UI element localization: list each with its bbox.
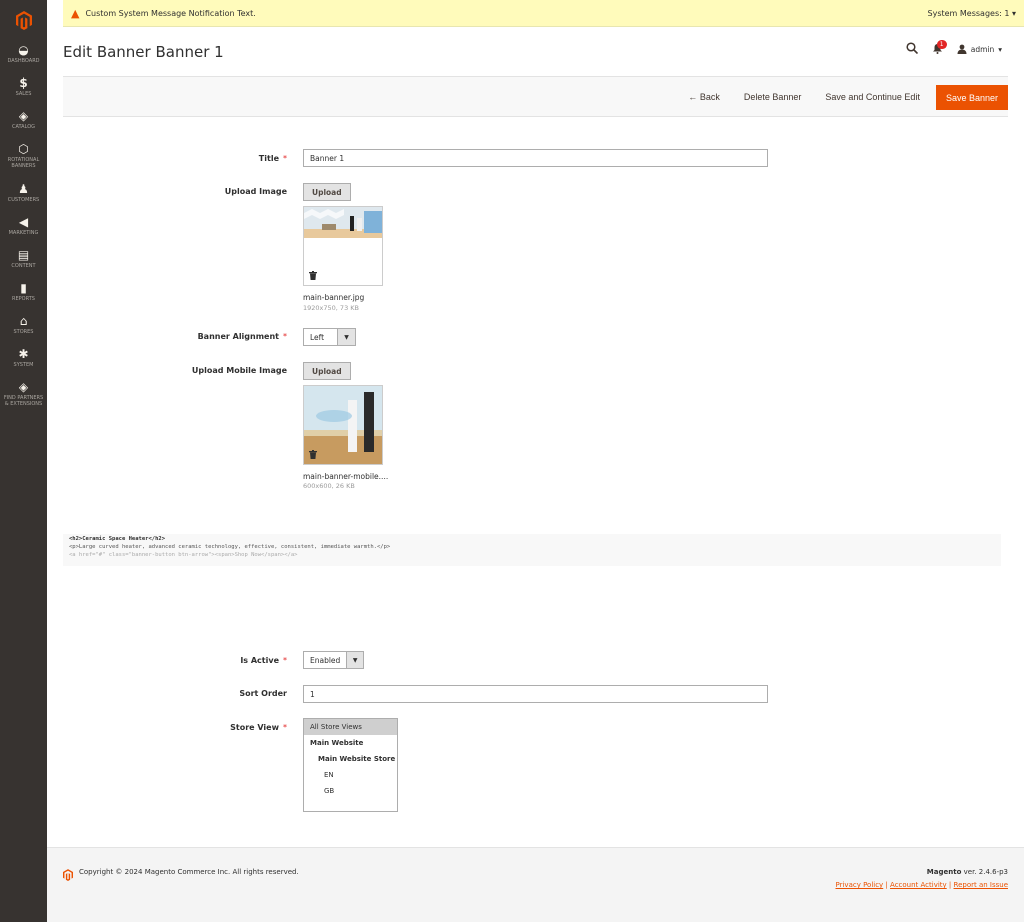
sidebar-item-marketing[interactable]: ◀ MARKETING — [0, 212, 47, 245]
trash-icon[interactable] — [309, 450, 317, 462]
sidebar-item-catalog[interactable]: ◈ CATALOG — [0, 106, 47, 139]
person-icon: ♟ — [18, 182, 29, 196]
sort-order-label: Sort Order — [239, 689, 287, 698]
upload-mobile-label: Upload Mobile Image — [191, 366, 287, 375]
is-active-select[interactable]: Enabled ▼ — [303, 651, 364, 669]
notification-count-badge: 1 — [936, 39, 947, 49]
code-line: <a href="#" class="banner-button btn-arr… — [69, 552, 298, 558]
trash-icon[interactable] — [309, 271, 317, 283]
page-footer: Copyright © 2024 Magento Commerce Inc. A… — [47, 847, 1024, 922]
image-meta: 1920x750, 73 KB — [303, 304, 359, 312]
delete-banner-button[interactable]: Delete Banner — [732, 84, 814, 110]
cube-icon: ◈ — [18, 109, 29, 123]
magento-logo-icon — [63, 866, 73, 885]
version-info: Magento ver. 2.4.6-p3 — [926, 868, 1008, 876]
code-line: <h2>Ceramic Space Heater</h2> — [69, 536, 166, 542]
required-marker: * — [283, 723, 287, 732]
dollar-icon: $ — [19, 76, 28, 90]
system-message-bar: ▲ Custom System Message Notification Tex… — [63, 0, 1024, 27]
is-active-label: Is Active * — [240, 656, 287, 665]
upload-image-button[interactable]: Upload — [303, 183, 351, 201]
store-option[interactable]: Main Website — [304, 735, 397, 751]
sidebar-item-rotational-banners[interactable]: ⬡ ROTATIONAL BANNERS — [0, 139, 47, 179]
mobile-meta: 600x600, 26 KB — [303, 482, 355, 490]
layout-icon: ▤ — [17, 248, 30, 262]
sidebar-item-customers[interactable]: ♟ CUSTOMERS — [0, 179, 47, 212]
copyright-text: Copyright © 2024 Magento Commerce Inc. A… — [79, 868, 299, 876]
box-icon: ◈ — [18, 380, 29, 394]
sidebar-item-sales[interactable]: $ SALES — [0, 73, 47, 106]
chevron-down-icon: ▾ — [1011, 8, 1016, 18]
store-view-multiselect[interactable]: All Store Views Main Website Main Websit… — [303, 718, 398, 812]
speedometer-icon: ◒ — [18, 43, 29, 57]
back-button[interactable]: ← Back — [676, 84, 732, 110]
main-area: ▲ Custom System Message Notification Tex… — [47, 0, 1024, 922]
banner-image-thumbnail — [303, 206, 383, 286]
user-icon — [957, 44, 967, 56]
page-title: Edit Banner Banner 1 — [63, 43, 224, 61]
user-menu[interactable]: admin ▾ — [957, 44, 1002, 56]
store-option[interactable]: EN — [304, 767, 397, 783]
hexagon-icon: ⬡ — [18, 142, 29, 156]
chevron-down-icon: ▾ — [998, 45, 1002, 54]
system-messages-toggle[interactable]: System Messages: 1 ▾ — [928, 9, 1017, 18]
required-marker: * — [283, 154, 287, 163]
store-icon: ⌂ — [19, 314, 28, 328]
store-option[interactable]: GB — [304, 783, 397, 799]
store-option[interactable]: Main Website Store — [304, 751, 397, 767]
search-icon[interactable] — [906, 42, 918, 57]
required-marker: * — [283, 656, 287, 665]
sidebar-nav: ◒ DASHBOARD $ SALES ◈ CATALOG ⬡ ROTATIONAL B… — [0, 40, 47, 417]
required-marker: * — [283, 332, 287, 341]
header-actions: 1 admin ▾ — [906, 39, 1002, 57]
admin-sidebar: ◒ DASHBOARD $ SALES ◈ CATALOG ⬡ ROTATIONAL B… — [0, 0, 47, 922]
sidebar-item-reports[interactable]: ▮ REPORTS — [0, 278, 47, 311]
report-issue-link[interactable]: Report an Issue — [954, 881, 1008, 889]
privacy-policy-link[interactable]: Privacy Policy — [836, 881, 884, 889]
arrow-left-icon: ← — [688, 92, 698, 102]
banner-alignment-select[interactable]: Left ▼ — [303, 328, 356, 346]
banner-alignment-label: Banner Alignment * — [197, 332, 287, 341]
save-continue-button[interactable]: Save and Continue Edit — [813, 84, 932, 110]
save-banner-button[interactable]: Save Banner — [935, 84, 1008, 110]
chevron-down-icon: ▼ — [337, 329, 355, 345]
title-label: Title * — [258, 154, 287, 163]
megaphone-icon: ◀ — [18, 215, 29, 229]
magento-logo[interactable] — [0, 0, 47, 40]
code-line: <p>Large curved heater, advanced ceramic… — [69, 544, 391, 550]
mobile-image-thumbnail — [303, 385, 383, 465]
system-message-text: Custom System Message Notification Text. — [85, 8, 256, 18]
banner-content-editor[interactable]: <h2>Ceramic Space Heater</h2> <p>Large c… — [63, 534, 1001, 566]
sidebar-item-stores[interactable]: ⌂ STORES — [0, 311, 47, 344]
sidebar-item-system[interactable]: ✱ SYSTEM — [0, 344, 47, 377]
bar-chart-icon: ▮ — [20, 281, 27, 295]
warning-icon: ▲ — [71, 6, 80, 20]
mobile-filename: main-banner-mobile.... — [303, 472, 389, 481]
upload-mobile-button[interactable]: Upload — [303, 362, 351, 380]
sidebar-item-dashboard[interactable]: ◒ DASHBOARD — [0, 40, 47, 73]
sidebar-item-content[interactable]: ▤ CONTENT — [0, 245, 47, 278]
store-view-label: Store View * — [230, 723, 287, 732]
magento-logo-icon — [15, 10, 32, 30]
footer-links: Privacy Policy | Account Activity | Repo… — [835, 881, 1009, 889]
chevron-down-icon: ▼ — [346, 652, 363, 668]
upload-image-label: Upload Image — [224, 187, 287, 196]
sort-order-input[interactable]: 1 — [303, 685, 768, 703]
image-filename: main-banner.jpg — [303, 293, 365, 302]
gear-icon: ✱ — [18, 347, 29, 361]
page-actions-toolbar: ← Back Delete Banner Save and Continue E… — [63, 76, 1008, 117]
account-activity-link[interactable]: Account Activity — [890, 881, 947, 889]
sidebar-item-partners[interactable]: ◈ FIND PARTNERS & EXTENSIONS — [0, 377, 47, 417]
title-input[interactable]: Banner 1 — [303, 149, 768, 167]
notifications-bell-icon[interactable]: 1 — [932, 39, 947, 57]
store-option[interactable]: All Store Views — [304, 719, 397, 735]
